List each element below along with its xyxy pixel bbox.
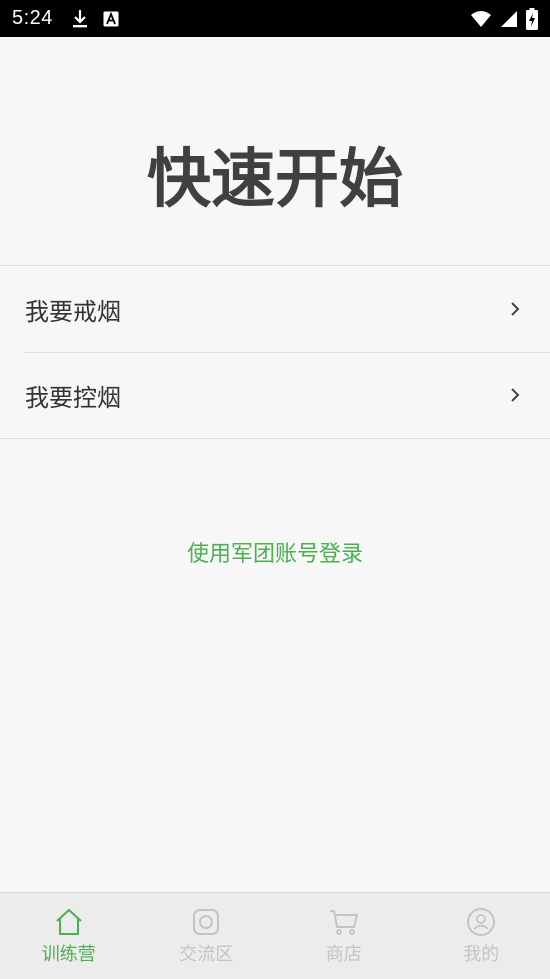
status-system-icons <box>470 7 538 30</box>
profile-icon <box>466 906 496 938</box>
download-icon <box>71 9 89 29</box>
chevron-right-icon <box>510 301 520 317</box>
home-icon <box>54 906 84 938</box>
chevron-right-icon <box>510 387 520 403</box>
cart-icon <box>328 906 360 938</box>
menu-item-label: 我要戒烟 <box>25 297 121 326</box>
menu-item-quit-smoking[interactable]: 我要戒烟 <box>0 266 550 352</box>
status-bar: 5:24 <box>0 0 550 37</box>
battery-charging-icon <box>526 7 538 30</box>
bottom-nav: 训练营 交流区 商店 我的 <box>0 892 550 979</box>
status-notification-icons <box>71 9 119 29</box>
signal-icon <box>500 10 518 28</box>
nav-label: 我的 <box>463 944 500 965</box>
font-a-icon <box>103 11 119 27</box>
status-time: 5:24 <box>12 7 53 29</box>
menu-item-label: 我要控烟 <box>25 383 121 412</box>
start-menu: 我要戒烟 我要控烟 <box>0 265 550 439</box>
nav-item-training-camp[interactable]: 训练营 <box>0 893 138 979</box>
page-title: 快速开始 <box>147 143 403 217</box>
wifi-icon <box>470 10 492 28</box>
legion-account-login-link[interactable]: 使用军团账号登录 <box>0 536 550 568</box>
nav-item-profile[interactable]: 我的 <box>413 893 550 979</box>
nav-label: 交流区 <box>179 944 234 965</box>
nav-item-store[interactable]: 商店 <box>275 893 413 979</box>
nav-item-community[interactable]: 交流区 <box>138 893 276 979</box>
camera-icon <box>192 906 220 938</box>
nav-label: 训练营 <box>41 944 96 965</box>
menu-item-control-smoking[interactable]: 我要控烟 <box>0 352 550 438</box>
nav-label: 商店 <box>325 944 362 965</box>
